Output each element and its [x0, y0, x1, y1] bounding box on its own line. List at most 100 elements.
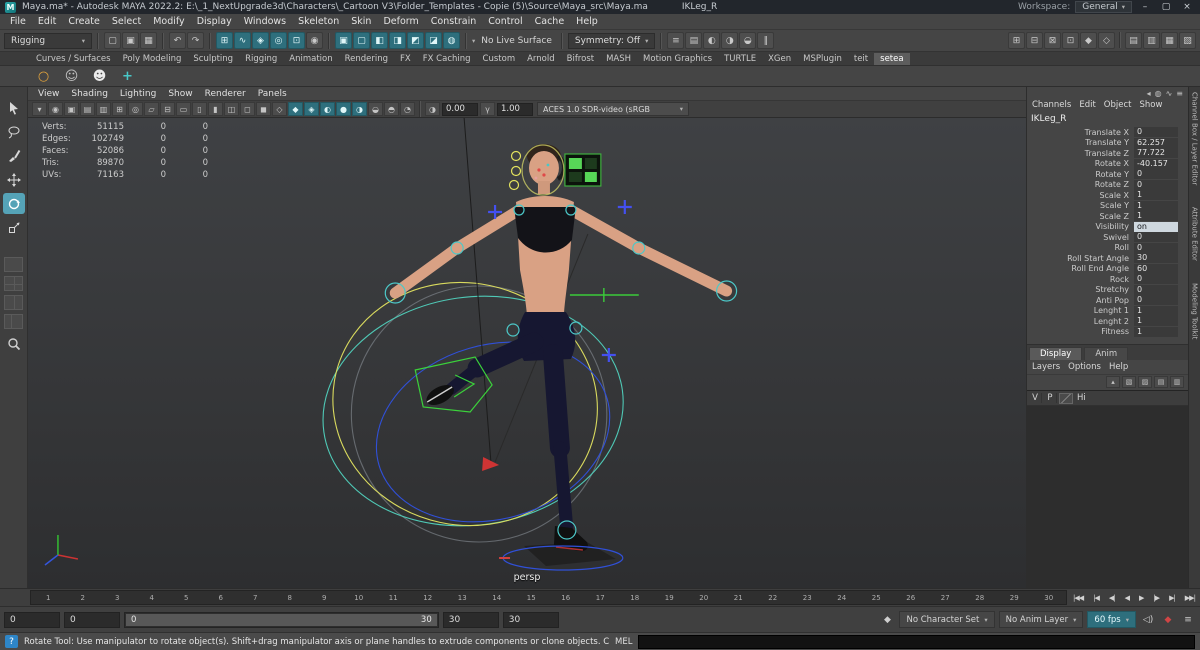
close-button[interactable]: ×	[1179, 2, 1195, 12]
shelf-tab[interactable]: Animation	[283, 53, 338, 65]
channel-box-menu[interactable]: Object	[1101, 100, 1135, 110]
safe-title-icon[interactable]: ◼	[256, 102, 271, 116]
menu-item[interactable]: Skin	[345, 16, 377, 27]
channel-value-field[interactable]: 1	[1134, 316, 1178, 326]
film-gate-icon[interactable]: ▭	[176, 102, 191, 116]
curve-display-icon[interactable]: ⊞	[1008, 32, 1025, 49]
empty-anim-layer-icon[interactable]: ▤	[1154, 376, 1168, 388]
layout-shortcut-icon[interactable]: ▦	[1161, 32, 1178, 49]
channel-value-field[interactable]: 1	[1134, 327, 1178, 337]
auto-keyframe-toggle[interactable]: ◆	[1160, 612, 1176, 628]
channel-box-menu[interactable]: Channels	[1029, 100, 1074, 110]
textured-icon[interactable]: ◈	[304, 102, 319, 116]
slider-mode-icon[interactable]: ◂	[1147, 89, 1151, 98]
sort-outliner-icon[interactable]: ▤	[1125, 32, 1142, 49]
step-back-frame-button[interactable]: |◀	[1093, 594, 1099, 602]
set-key-icon[interactable]: ◆	[879, 612, 895, 628]
layer-editor-menu[interactable]: Help	[1109, 362, 1128, 372]
move-tool-button[interactable]	[3, 169, 25, 190]
animation-start-field[interactable]: 0	[4, 612, 60, 628]
layer-editor-menu[interactable]: Options	[1068, 362, 1101, 372]
paint-selection-tool-button[interactable]	[3, 145, 25, 166]
menu-item[interactable]: File	[4, 16, 32, 27]
lasso-tool-button[interactable]	[3, 121, 25, 142]
step-back-key-button[interactable]: ◀|	[1109, 594, 1115, 602]
viewport-canvas[interactable]: Verts: 51115 0 0 Edges: 102749 0 0	[28, 118, 1026, 588]
animation-preferences-icon[interactable]: ≡	[1180, 612, 1196, 628]
exposure-icon[interactable]: ◑	[425, 102, 440, 116]
channel-value-field[interactable]: -40.157	[1134, 159, 1178, 169]
four-pane-layout-button[interactable]	[4, 276, 23, 291]
minimize-button[interactable]: –	[1137, 2, 1153, 12]
workspace-layout-icon[interactable]: ▧	[1179, 32, 1196, 49]
grid-icon[interactable]: ⊟	[160, 102, 175, 116]
panel-menu-item[interactable]: Shading	[65, 89, 114, 99]
camera-attributes-icon[interactable]: ▣	[64, 102, 79, 116]
panel-menu-item[interactable]: Show	[162, 89, 198, 99]
shelf-ring-icon[interactable]: ○	[34, 67, 53, 86]
live-surface-label[interactable]: No Live Surface	[481, 36, 552, 46]
new-scene-icon[interactable]: ▢	[104, 32, 121, 49]
menu-item[interactable]: Constrain	[425, 16, 483, 27]
mute-audio-icon[interactable]: ◁)	[1140, 612, 1156, 628]
maximize-button[interactable]: ▢	[1158, 2, 1174, 12]
step-forward-frame-button[interactable]: ▶|	[1169, 594, 1175, 602]
range-bar-start-handle[interactable]: 0	[131, 615, 136, 625]
shelf-tab[interactable]: Custom	[477, 53, 522, 65]
2d-pan-zoom-icon[interactable]: ⊞	[112, 102, 127, 116]
channel-value-field[interactable]: 0	[1134, 169, 1178, 179]
wireframe-icon[interactable]: ◇	[272, 102, 287, 116]
ssao-icon[interactable]: ◑	[352, 102, 367, 116]
shadows-icon[interactable]: ●	[336, 102, 351, 116]
shelf-cross-icon[interactable]: +	[118, 67, 137, 86]
channel-value-field[interactable]: 1	[1134, 201, 1178, 211]
step-forward-key-button[interactable]: |▶	[1153, 594, 1159, 602]
menu-item[interactable]: Select	[106, 16, 147, 27]
shelf-tab[interactable]: MSPlugin	[797, 53, 848, 65]
component-mode-icon[interactable]: ▢	[353, 32, 370, 49]
shelf-tab[interactable]: FX Caching	[417, 53, 477, 65]
anim-layer-from-selected-icon[interactable]: ▥	[1170, 376, 1184, 388]
range-slider-bar[interactable]: 0 30	[126, 614, 437, 626]
layer-editor-tab[interactable]: Anim	[1084, 347, 1128, 360]
channel-value-field[interactable]: 0	[1134, 295, 1178, 305]
move-layer-up-icon[interactable]: ▴	[1106, 376, 1120, 388]
shelf-tab[interactable]: TURTLE	[718, 53, 762, 65]
resolution-gate-icon[interactable]: ▯	[192, 102, 207, 116]
play-backwards-button[interactable]: ◀	[1125, 594, 1129, 602]
open-scene-icon[interactable]: ▣	[122, 32, 139, 49]
channel-value-field[interactable]: 0	[1134, 274, 1178, 284]
camera-icon[interactable]: ⊠	[1044, 32, 1061, 49]
shelf-mask-dark-icon[interactable]: ☻	[90, 67, 109, 86]
channel-settings-icon[interactable]: ≡	[1176, 89, 1183, 98]
exposure-field[interactable]: 0.00	[442, 103, 478, 116]
save-scene-icon[interactable]: ▦	[140, 32, 157, 49]
layer-visibility-toggle[interactable]: V	[1029, 393, 1042, 403]
channel-value-field[interactable]: 30	[1134, 253, 1178, 263]
shelf-tab[interactable]: Sculpting	[187, 53, 239, 65]
character-mesh[interactable]	[395, 144, 726, 551]
menu-item[interactable]: Help	[570, 16, 604, 27]
snap-to-curve-icon[interactable]: ∿	[234, 32, 251, 49]
object-mode-icon[interactable]: ▣	[335, 32, 352, 49]
safe-action-icon[interactable]: ◻	[240, 102, 255, 116]
redo-icon[interactable]: ↷	[187, 32, 204, 49]
open-render-view-icon[interactable]: ▤	[685, 32, 702, 49]
shelf-tab[interactable]: Bifrost	[561, 53, 600, 65]
shelf-tab[interactable]: MASH	[600, 53, 637, 65]
shelf-tab[interactable]: setea	[874, 53, 909, 65]
channel-value-field[interactable]: 60	[1134, 264, 1178, 274]
select-camera-icon[interactable]: ▾	[32, 102, 47, 116]
layer-editor-tab[interactable]: Display	[1029, 347, 1082, 360]
scene-3d[interactable]	[28, 118, 1026, 588]
magnifier-icon[interactable]	[3, 333, 25, 354]
grid-display-icon[interactable]: ⊟	[1026, 32, 1043, 49]
channel-value-field[interactable]: on	[1134, 222, 1178, 232]
play-forwards-button[interactable]: ▶	[1139, 594, 1143, 602]
oversampling-icon[interactable]: ◎	[128, 102, 143, 116]
channel-value-field[interactable]: 0	[1134, 285, 1178, 295]
select-tool-button[interactable]	[3, 97, 25, 118]
menu-set-dropdown[interactable]: Rigging▾	[4, 33, 92, 49]
help-icon[interactable]: ?	[5, 635, 18, 648]
two-pane-layout-button[interactable]	[4, 295, 23, 310]
